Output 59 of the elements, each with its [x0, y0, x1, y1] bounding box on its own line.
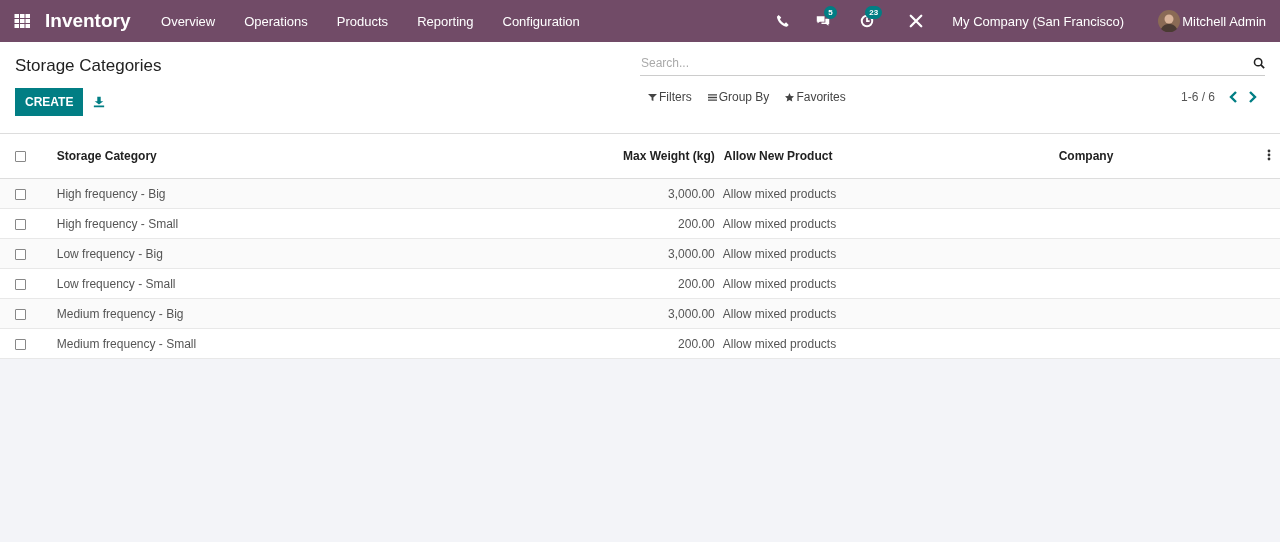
column-header[interactable]: Allow New Product [722, 134, 1058, 179]
table-cell: 200.00 [440, 208, 723, 239]
app-name[interactable]: Inventory [45, 10, 131, 32]
avatar[interactable] [1158, 10, 1181, 32]
clock-icon[interactable] [860, 14, 875, 28]
table-cell: 200.00 [440, 328, 723, 359]
notification-badge: 23 [865, 6, 883, 19]
checkbox[interactable] [15, 188, 26, 200]
page-title: Storage Categories [15, 56, 162, 76]
table-cell: Low frequency - Big [47, 238, 441, 269]
table-cell: Allow mixed products [722, 298, 1058, 329]
filter-dropdown[interactable]: Favorites [781, 88, 850, 106]
company-switcher[interactable]: My Company (San Francisco) [952, 13, 1125, 29]
funnel-icon [648, 92, 657, 102]
checkbox[interactable] [15, 218, 26, 230]
menu-item[interactable]: Reporting [402, 13, 488, 29]
user-name[interactable]: Mitchell Admin [1182, 13, 1266, 29]
checkbox[interactable] [15, 248, 26, 260]
previous-icon[interactable] [1229, 91, 1239, 103]
checkbox[interactable] [15, 278, 26, 290]
table-cell: 200.00 [440, 268, 723, 299]
table-cell: 3,000.00 [440, 178, 723, 209]
create-button[interactable]: CREATE [15, 88, 84, 116]
apps-menu-icon[interactable] [14, 14, 31, 28]
table-cell: Medium frequency - Small [47, 328, 441, 359]
next-icon[interactable] [1247, 91, 1257, 103]
notification-badge: 5 [824, 6, 837, 19]
search-field[interactable]: Search... [640, 51, 1253, 75]
column-header[interactable]: Max Weight (kg) [440, 134, 723, 179]
filter-dropdown[interactable]: Filters [644, 88, 696, 106]
menu-item[interactable]: Products [322, 13, 403, 29]
table-cell: Allow mixed products [722, 178, 1058, 209]
menu-item[interactable]: Operations [229, 13, 323, 29]
table-cell: 3,000.00 [440, 298, 723, 329]
table-cell: High frequency - Small [47, 208, 441, 239]
table-cell: Allow mixed products [722, 208, 1058, 239]
pager-value[interactable]: 1-6 / 6 [1180, 90, 1215, 104]
star-icon [785, 92, 795, 102]
checkbox[interactable] [15, 338, 26, 350]
menu-item[interactable]: Overview [146, 13, 230, 29]
list-icon [707, 92, 717, 102]
more-icon[interactable] [1267, 148, 1272, 161]
table-cell: High frequency - Big [47, 178, 441, 209]
search-icon[interactable] [1253, 57, 1265, 69]
table-cell: Low frequency - Small [47, 268, 441, 299]
download-icon[interactable] [93, 96, 106, 108]
checkbox[interactable] [15, 151, 26, 163]
filter-dropdown[interactable]: Group By [703, 88, 774, 106]
column-header[interactable]: Company [1057, 134, 1259, 179]
table-cell: Allow mixed products [722, 238, 1058, 269]
checkbox[interactable] [15, 308, 26, 320]
table-cell: Medium frequency - Big [47, 298, 441, 329]
chat-icon[interactable] [816, 14, 831, 28]
column-header[interactable]: Storage Category [47, 134, 441, 179]
table-cell: 3,000.00 [440, 238, 723, 269]
table-cell: Allow mixed products [722, 328, 1058, 359]
table-cell: Allow mixed products [722, 268, 1058, 299]
menu-item[interactable]: Configuration [488, 13, 595, 29]
phone-icon[interactable] [776, 14, 791, 28]
